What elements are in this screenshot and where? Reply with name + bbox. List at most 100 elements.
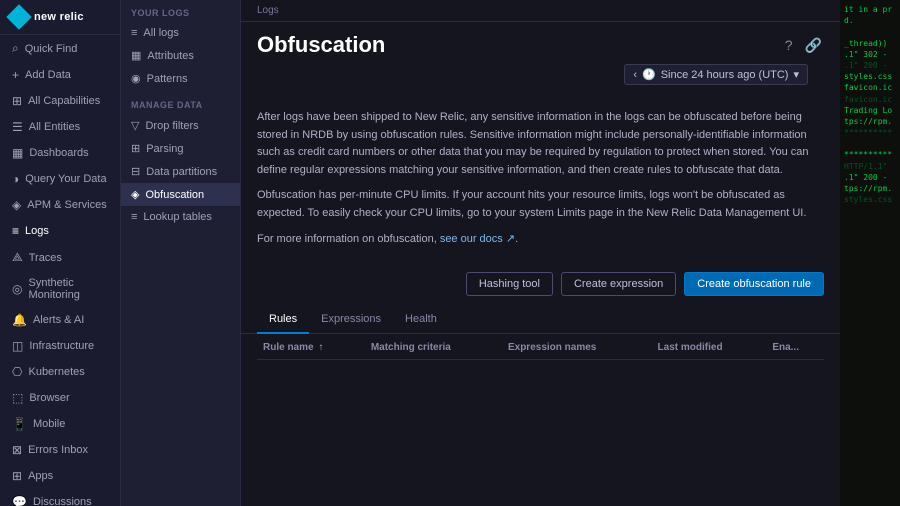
sidebar-item-alerts-ai[interactable]: 🔔 Alerts & AI	[2, 307, 118, 333]
obfuscation-icon: ◈	[131, 188, 139, 201]
tab-rules[interactable]: Rules	[257, 306, 309, 334]
mid-item-drop-filters[interactable]: ▽ Drop filters	[121, 114, 240, 137]
sidebar-item-label: Kubernetes	[28, 366, 108, 378]
logs-icon: ≡	[12, 224, 19, 238]
clock-icon: 🕐	[642, 68, 656, 81]
sidebar-item-errors-inbox[interactable]: ⊠ Errors Inbox	[2, 437, 118, 463]
dashboards-icon: ▦	[12, 146, 23, 160]
mid-item-label: Data partitions	[146, 166, 217, 178]
apps-icon: ⊞	[12, 469, 22, 483]
docs-link[interactable]: see our docs ↗	[440, 233, 515, 245]
drop-filters-icon: ▽	[131, 119, 139, 132]
tabs-bar: Rules Expressions Health	[241, 306, 840, 334]
kubernetes-icon: ⎔	[12, 365, 22, 379]
mid-item-parsing[interactable]: ⊞ Parsing	[121, 137, 240, 160]
info-paragraph-1: After logs have been shipped to New Reli…	[257, 109, 824, 179]
create-obfuscation-rule-button[interactable]: Create obfuscation rule	[684, 272, 824, 296]
time-selector[interactable]: ‹ 🕐 Since 24 hours ago (UTC) ▾	[624, 64, 808, 85]
sidebar-item-discussions[interactable]: 💬 Discussions	[2, 489, 118, 506]
traces-icon: ⟁	[12, 250, 23, 265]
column-last-modified[interactable]: Last modified	[652, 334, 767, 360]
info-paragraph-2: Obfuscation has per-minute CPU limits. I…	[257, 187, 824, 222]
all-entities-icon: ☰	[12, 120, 23, 134]
chevron-left-icon: ‹	[633, 69, 637, 81]
action-bar: Hashing tool Create expression Create ob…	[241, 268, 840, 306]
link-button[interactable]: 🔗	[803, 35, 824, 56]
column-rule-name[interactable]: Rule name ↑	[257, 334, 365, 360]
browser-icon: ⬚	[12, 391, 23, 405]
table-wrapper: Rule name ↑ Matching criteria Expression…	[241, 334, 840, 506]
sidebar-item-synthetic-monitoring[interactable]: ◎ Synthetic Monitoring	[2, 271, 118, 307]
mid-item-label: Patterns	[147, 73, 188, 85]
terminal-line	[844, 26, 896, 37]
mid-item-data-partitions[interactable]: ⊟ Data partitions	[121, 160, 240, 183]
time-selector-wrapper: ‹ 🕐 Since 24 hours ago (UTC) ▾	[241, 64, 840, 101]
create-expression-button[interactable]: Create expression	[561, 272, 676, 296]
sidebar-item-label: Alerts & AI	[33, 314, 108, 326]
sidebar-item-mobile[interactable]: 📱 Mobile	[2, 411, 118, 437]
sidebar-item-label: Traces	[29, 252, 108, 264]
sidebar-item-quick-find[interactable]: ⌕ Quick Find	[2, 35, 118, 62]
sidebar-item-all-entities[interactable]: ☰ All Entities	[2, 114, 118, 140]
quick-find-icon: ⌕	[12, 41, 19, 56]
terminal-line: Trading Lo	[844, 105, 896, 116]
add-data-icon: +	[12, 68, 19, 82]
mid-item-obfuscation[interactable]: ◈ Obfuscation	[121, 183, 240, 206]
terminal-line: styles.css	[844, 194, 896, 205]
sidebar-item-label: Apps	[28, 470, 108, 482]
sidebar-item-traces[interactable]: ⟁ Traces	[2, 244, 118, 271]
mobile-icon: 📱	[12, 417, 27, 431]
terminal-line: .1" 200 -	[844, 60, 896, 71]
sidebar-item-browser[interactable]: ⬚ Browser	[2, 385, 118, 411]
hashing-tool-button[interactable]: Hashing tool	[466, 272, 553, 296]
sidebar-item-all-capabilities[interactable]: ⊞ All Capabilities	[2, 88, 118, 114]
mid-item-label: Lookup tables	[143, 211, 212, 223]
all-logs-icon: ≡	[131, 27, 137, 39]
column-matching-criteria[interactable]: Matching criteria	[365, 334, 502, 360]
terminal-line	[844, 138, 896, 149]
rules-table: Rule name ↑ Matching criteria Expression…	[257, 334, 824, 360]
alerts-icon: 🔔	[12, 313, 27, 327]
tab-expressions[interactable]: Expressions	[309, 306, 393, 334]
help-button[interactable]: ?	[783, 35, 795, 55]
column-expression-names[interactable]: Expression names	[502, 334, 652, 360]
sidebar-item-label: Errors Inbox	[28, 444, 108, 456]
sidebar-item-logs[interactable]: ≡ Logs	[2, 218, 118, 244]
chevron-down-icon: ▾	[793, 68, 799, 81]
header-icons: ? 🔗	[783, 35, 824, 56]
mid-item-patterns[interactable]: ◉ Patterns	[121, 67, 240, 90]
logs-nav-panel: YOUR LOGS ≡ All logs ▦ Attributes ◉ Patt…	[121, 0, 241, 506]
breadcrumb-logs-link[interactable]: Logs	[257, 5, 279, 16]
sidebar-item-apm-services[interactable]: ◈ APM & Services	[2, 192, 118, 218]
terminal-line: tps://rpm.	[844, 116, 896, 127]
sidebar-item-query-your-data[interactable]: ◑ Query Your Data	[2, 166, 118, 192]
logo-diamond-icon	[6, 4, 31, 29]
sidebar-item-label: Logs	[25, 225, 108, 237]
apm-icon: ◈	[12, 198, 21, 212]
all-capabilities-icon: ⊞	[12, 94, 22, 108]
mid-item-all-logs[interactable]: ≡ All logs	[121, 22, 240, 44]
mid-item-lookup-tables[interactable]: ≡ Lookup tables	[121, 206, 240, 228]
sidebar-item-apps[interactable]: ⊞ Apps	[2, 463, 118, 489]
sidebar-item-kubernetes[interactable]: ⎔ Kubernetes	[2, 359, 118, 385]
terminal-line: .1" 200 -	[844, 172, 896, 183]
terminal-line: .1" 302 -	[844, 49, 896, 60]
sidebar-item-infrastructure[interactable]: ◫ Infrastructure	[2, 333, 118, 359]
sidebar-item-label: Query Your Data	[25, 173, 108, 185]
sidebar-item-label: Browser	[29, 392, 108, 404]
tab-health[interactable]: Health	[393, 306, 449, 334]
sidebar-item-dashboards[interactable]: ▦ Dashboards	[2, 140, 118, 166]
time-selector-label: Since 24 hours ago (UTC)	[661, 69, 789, 81]
sidebar-item-add-data[interactable]: + Add Data	[2, 62, 118, 88]
terminal-panel: it in a prd. _thread)).1" 302 -.1" 200 -…	[840, 0, 900, 506]
mid-item-attributes[interactable]: ▦ Attributes	[121, 44, 240, 67]
terminal-line: _thread))	[844, 38, 896, 49]
terminal-line: HTTP/1.1"	[844, 161, 896, 172]
column-enabled[interactable]: Ena...	[766, 334, 824, 360]
synthetic-icon: ◎	[12, 282, 22, 296]
mid-item-label: Drop filters	[145, 120, 198, 132]
mid-item-label: Parsing	[146, 143, 183, 155]
parsing-icon: ⊞	[131, 142, 140, 155]
logo-text: new relic	[34, 11, 84, 23]
infrastructure-icon: ◫	[12, 339, 23, 353]
